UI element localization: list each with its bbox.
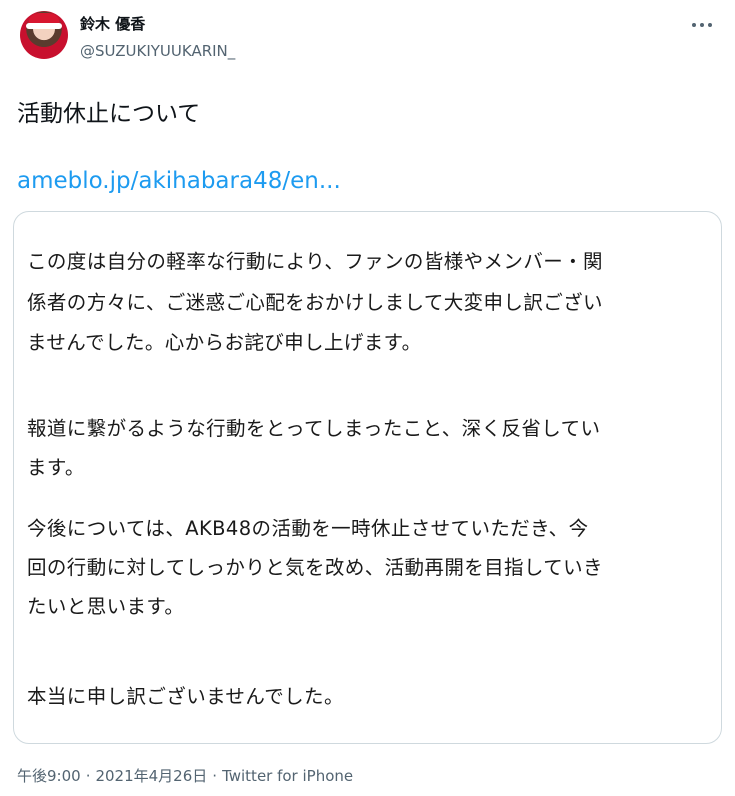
card-line: 本当に申し訳ございませんでした。 <box>27 685 344 708</box>
hat-trim-shape <box>26 23 62 29</box>
tweet-meta: 午後9:00 · 2021年4月26日 · Twitter for iPhone <box>17 765 353 786</box>
tweet-time-link[interactable]: 午後9:00 <box>17 767 81 785</box>
tweet-text: 活動休止について <box>17 101 201 127</box>
more-horizontal-icon <box>692 23 712 27</box>
more-icon[interactable] <box>691 14 713 36</box>
tweet-source-link[interactable]: Twitter for iPhone <box>222 767 353 785</box>
tweet-date-link[interactable]: 2021年4月26日 <box>95 767 207 785</box>
card-line: ませんでした。心からお詫び申し上げます。 <box>27 331 422 354</box>
card-line: 今後については、AKB48の活動を一時休止させていただき、今 <box>27 517 589 540</box>
card-line: ます。 <box>27 456 85 479</box>
avatar[interactable] <box>20 11 68 59</box>
card-line: 報道に繋がるような行動をとってしまったこと、深く反省してい <box>27 417 601 440</box>
user-handle[interactable]: @SUZUKIYUUKARIN_ <box>80 42 235 60</box>
meta-separator: · <box>85 767 91 785</box>
card-line: たいと思います。 <box>27 595 185 618</box>
display-name[interactable]: 鈴木 優香 <box>80 13 145 34</box>
image-card[interactable]: この度は自分の軽率な行動により、ファンの皆様やメンバー・関 係者の方々に、ご迷惑… <box>13 211 722 744</box>
card-line: この度は自分の軽率な行動により、ファンの皆様やメンバー・関 <box>27 250 603 273</box>
meta-separator: · <box>212 767 218 785</box>
card-line: 回の行動に対してしっかりと気を改め、活動再開を目指していき <box>27 556 603 579</box>
tweet-link[interactable]: ameblo.jp/akihabara48/en... <box>17 168 341 194</box>
tweet-header: 鈴木 優香 @SUZUKIYUUKARIN_ <box>0 0 735 90</box>
card-line: 係者の方々に、ご迷惑ご心配をおかけしまして大変申し訳ござい <box>27 291 603 314</box>
